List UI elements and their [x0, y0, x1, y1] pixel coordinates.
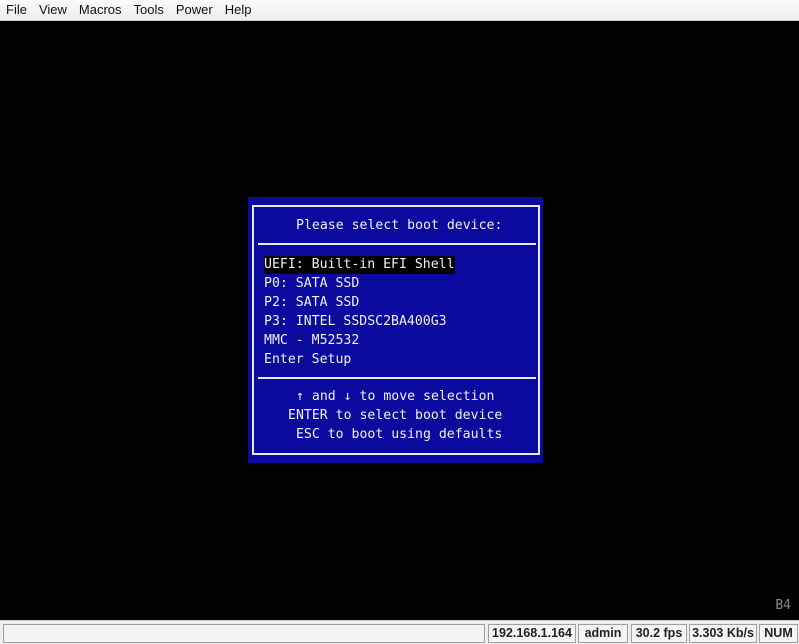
post-code: B4: [775, 598, 791, 613]
boot-item-p2[interactable]: P2: SATA SSD: [264, 294, 359, 312]
menu-view[interactable]: View: [33, 0, 73, 20]
status-bar: 192.168.1.164 admin 30.2 fps 3.303 Kb/s …: [0, 620, 799, 644]
status-ip: 192.168.1.164: [488, 624, 576, 643]
menu-power[interactable]: Power: [170, 0, 219, 20]
remote-console-screen[interactable]: Please select boot device: UEFI: Built-i…: [0, 21, 799, 620]
help-move: ↑ and ↓ to move selection: [296, 389, 495, 404]
menu-file[interactable]: File: [0, 0, 33, 20]
boot-item-p0[interactable]: P0: SATA SSD: [264, 275, 359, 293]
boot-item-uefi-shell[interactable]: UEFI: Built-in EFI Shell: [264, 256, 455, 274]
help-esc: ESC to boot using defaults: [288, 427, 503, 442]
boot-menu-title: Please select boot device:: [296, 218, 503, 233]
menu-bar: File View Macros Tools Power Help: [0, 0, 799, 21]
boot-item-mmc[interactable]: MMC - M52532: [264, 332, 359, 350]
status-fps: 30.2 fps: [631, 624, 687, 643]
boot-menu-frame: Please select boot device: UEFI: Built-i…: [252, 205, 540, 455]
help-enter: ENTER to select boot device: [288, 408, 503, 423]
status-message: [3, 624, 485, 643]
boot-item-p3[interactable]: P3: INTEL SSDSC2BA400G3: [264, 313, 447, 331]
boot-item-enter-setup[interactable]: Enter Setup: [264, 351, 351, 369]
divider: [258, 377, 536, 379]
status-bandwidth: 3.303 Kb/s: [689, 624, 757, 643]
status-num-lock: NUM: [759, 624, 798, 643]
menu-tools[interactable]: Tools: [128, 0, 170, 20]
menu-macros[interactable]: Macros: [73, 0, 128, 20]
boot-menu-dialog: Please select boot device: UEFI: Built-i…: [248, 197, 543, 463]
divider: [258, 243, 536, 245]
status-user: admin: [578, 624, 628, 643]
menu-help[interactable]: Help: [219, 0, 258, 20]
